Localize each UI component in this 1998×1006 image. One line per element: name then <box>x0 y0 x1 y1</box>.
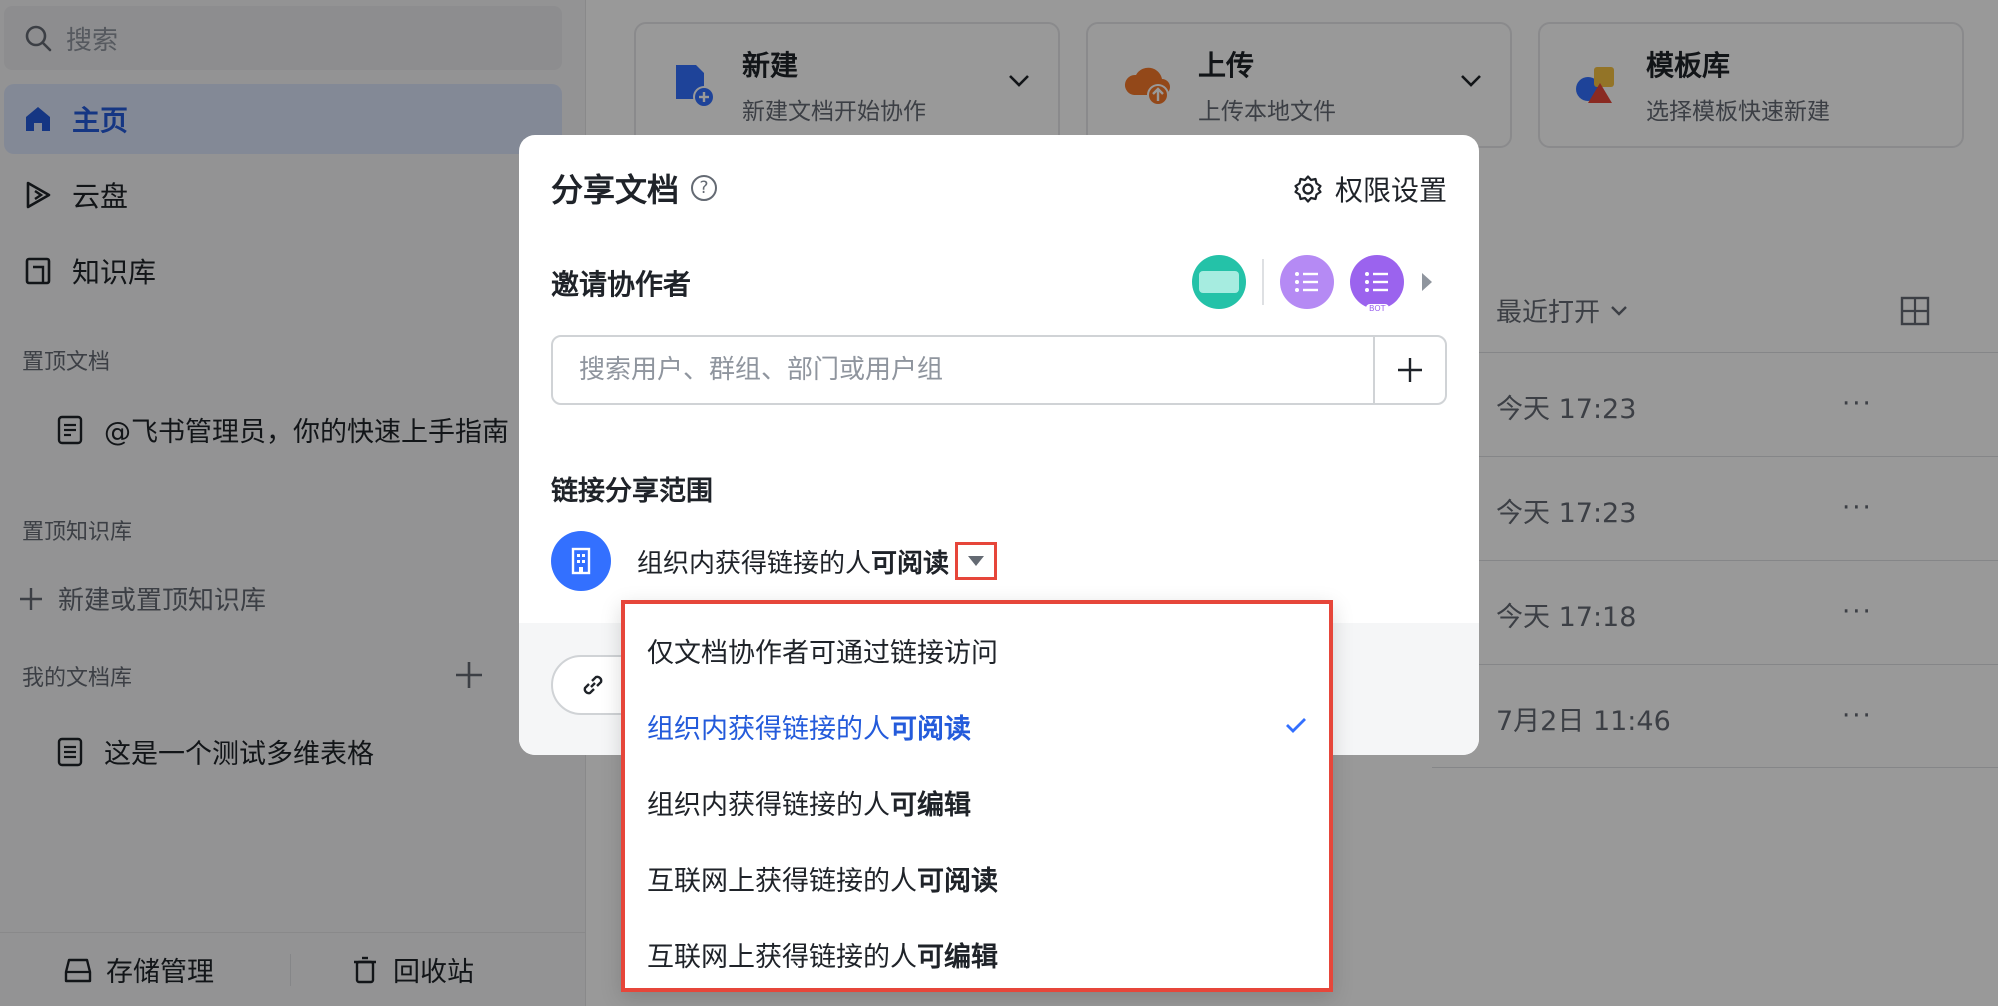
help-icon[interactable]: ? <box>691 175 718 201</box>
menu-option[interactable]: 互联网上获得链接的人 可编辑 <box>625 916 1329 992</box>
bot-badge: BOT <box>1366 304 1389 313</box>
dialog-title: 分享文档 ? <box>551 165 718 211</box>
menu-option[interactable]: 组织内获得链接的人 可编辑 <box>625 764 1329 840</box>
link-icon <box>583 675 603 695</box>
link-scope-value: 组织内获得链接的人可阅读 <box>637 543 949 580</box>
list-icon <box>1295 272 1318 292</box>
option-access: 可阅读 <box>917 865 998 897</box>
menu-option-selected[interactable]: 组织内获得链接的人 可阅读 <box>625 688 1329 764</box>
option-prefix: 互联网上获得链接的人 <box>647 941 917 973</box>
caret-down-icon <box>968 556 985 566</box>
bot-avatar[interactable]: BOT <box>1350 255 1404 313</box>
invite-title: 邀请协作者 <box>551 268 692 301</box>
list-icon <box>1365 272 1388 292</box>
option-access: 可编辑 <box>917 941 998 973</box>
option-access: 可编辑 <box>890 789 971 821</box>
link-scope-menu: 仅文档协作者可通过链接访问 组织内获得链接的人 可阅读 组织内获得链接的人 可编辑 … <box>621 600 1333 992</box>
organization-icon <box>551 531 611 591</box>
dialog-title-text: 分享文档 <box>551 171 680 209</box>
plus-icon <box>1398 358 1422 382</box>
invite-search <box>551 335 1447 405</box>
checkmark-icon <box>1286 718 1306 733</box>
option-prefix: 组织内获得链接的人 <box>647 789 890 821</box>
gear-icon <box>1294 175 1322 203</box>
avatar[interactable] <box>1192 255 1246 309</box>
scope-dropdown-toggle[interactable] <box>955 542 998 580</box>
link-scope-selector[interactable]: 组织内获得链接的人可阅读 <box>551 531 998 591</box>
permission-settings-button[interactable]: 权限设置 <box>1293 169 1447 209</box>
link-scope-title: 链接分享范围 <box>551 476 713 507</box>
collaborator-avatars: BOT <box>1192 255 1432 313</box>
avatar-divider <box>1262 259 1264 305</box>
invite-search-input[interactable] <box>553 337 1373 403</box>
menu-option[interactable]: 仅文档协作者可通过链接访问 <box>625 612 1329 688</box>
scope-prefix: 组织内获得链接的人 <box>637 548 872 579</box>
option-access: 可阅读 <box>890 713 971 745</box>
permission-settings-label: 权限设置 <box>1334 174 1447 207</box>
avatar[interactable] <box>1280 255 1334 309</box>
expand-avatars-icon[interactable] <box>1422 273 1432 291</box>
option-prefix: 互联网上获得链接的人 <box>647 865 917 897</box>
add-collaborator-button[interactable] <box>1373 337 1445 403</box>
option-prefix: 仅文档协作者可通过链接访问 <box>647 637 998 669</box>
scope-access: 可阅读 <box>871 548 950 579</box>
option-prefix: 组织内获得链接的人 <box>647 713 890 745</box>
menu-option[interactable]: 互联网上获得链接的人 可阅读 <box>625 840 1329 916</box>
